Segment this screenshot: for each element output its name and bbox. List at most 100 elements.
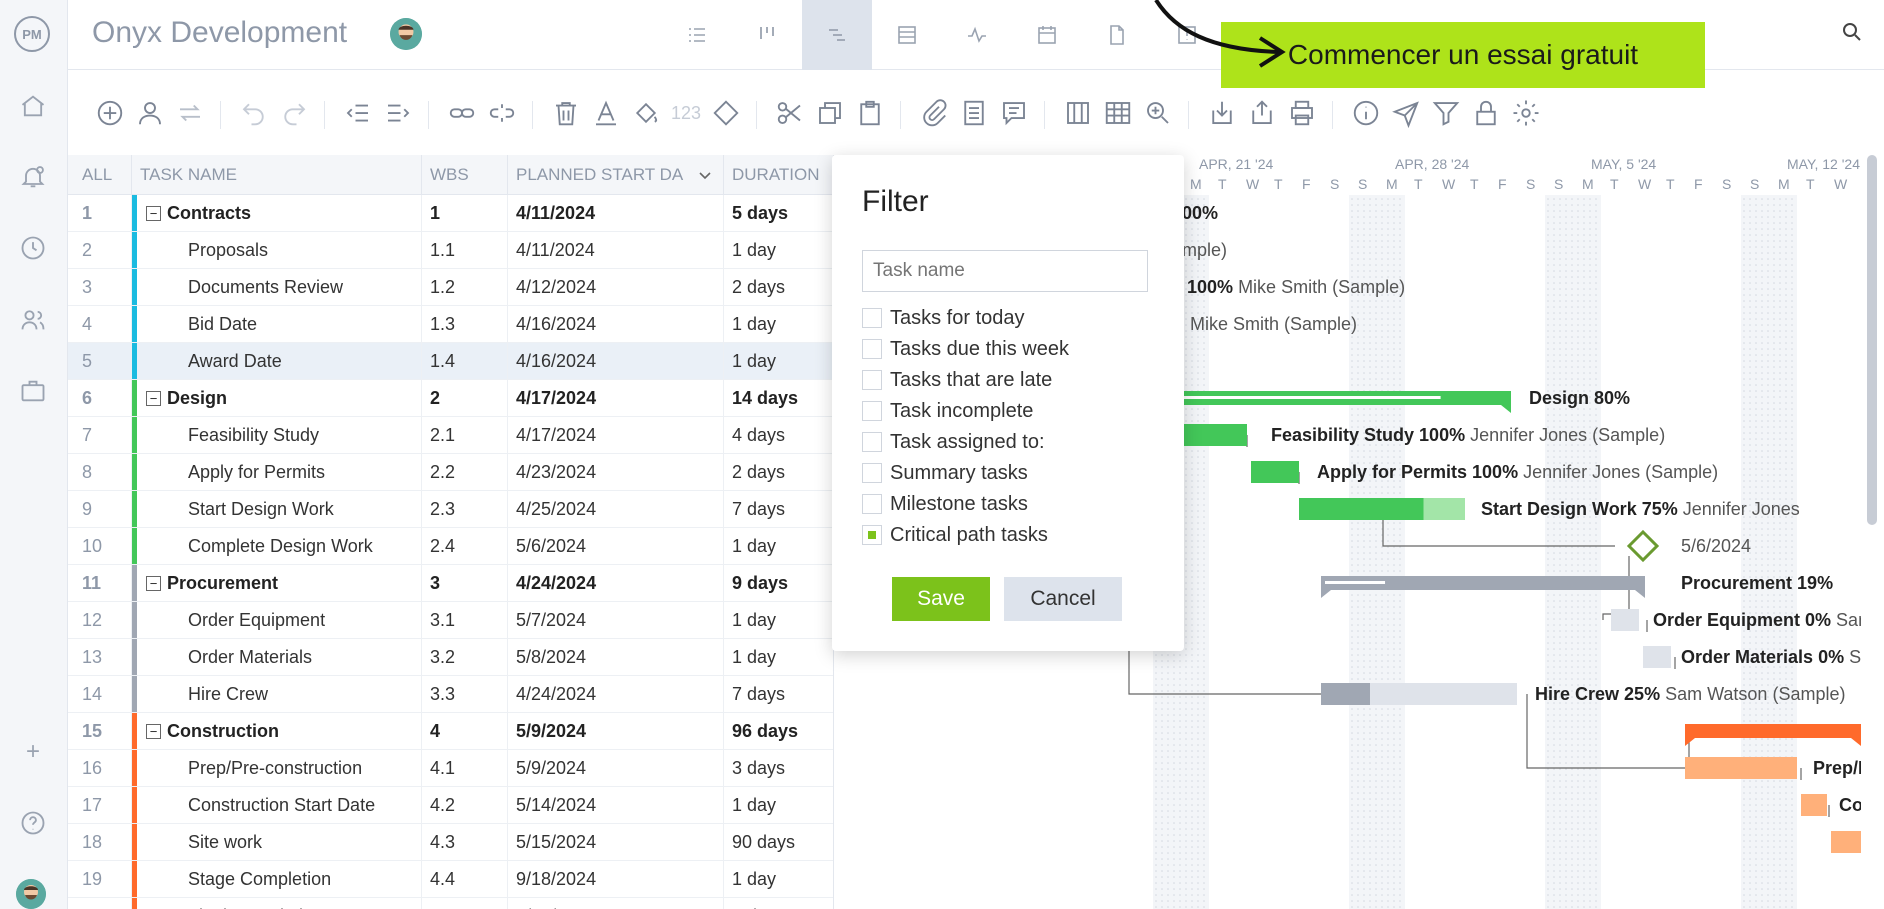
paste-icon[interactable] <box>852 95 888 131</box>
attachment-icon[interactable] <box>916 95 952 131</box>
history-icon[interactable] <box>19 234 47 262</box>
list-view-icon[interactable] <box>662 0 732 70</box>
link-icon[interactable] <box>444 95 480 131</box>
dashboard-view-icon[interactable] <box>942 0 1012 70</box>
duration-cell[interactable]: 1 day <box>724 602 833 638</box>
gantt-view-icon[interactable] <box>802 0 872 70</box>
task-name-cell[interactable]: Hire Crew <box>132 676 422 712</box>
duration-cell[interactable]: 1 day <box>724 343 833 379</box>
copy-icon[interactable] <box>812 95 848 131</box>
duration-cell[interactable]: 2 days <box>724 454 833 490</box>
wbs-cell[interactable]: 4.4 <box>422 861 508 897</box>
task-name-cell[interactable]: − Contracts <box>132 195 422 231</box>
start-date-cell[interactable]: 4/11/2024 <box>508 232 724 268</box>
table-row[interactable]: 16 Prep/Pre-construction 4.1 5/9/2024 3 days <box>68 750 833 787</box>
add-icon[interactable]: + <box>19 738 47 766</box>
task-name-cell[interactable]: Documents Review <box>132 269 422 305</box>
task-name-cell[interactable]: Start Design Work <box>132 491 422 527</box>
header-duration[interactable]: DURATION <box>724 155 833 194</box>
start-date-cell[interactable]: 5/6/2024 <box>508 528 724 564</box>
wbs-cell[interactable]: 1.1 <box>422 232 508 268</box>
team-icon[interactable] <box>19 306 47 334</box>
task-name-cell[interactable]: Award Date <box>132 343 422 379</box>
start-date-cell[interactable]: 4/24/2024 <box>508 565 724 601</box>
table-row[interactable]: 7 Feasibility Study 2.1 4/17/2024 4 days <box>68 417 833 454</box>
start-date-cell[interactable]: 5/7/2024 <box>508 602 724 638</box>
wbs-cell[interactable]: 4.1 <box>422 750 508 786</box>
start-date-cell[interactable]: 4/17/2024 <box>508 417 724 453</box>
start-date-cell[interactable]: 4/24/2024 <box>508 676 724 712</box>
table-row[interactable]: 17 Construction Start Date 4.2 5/14/2024 1 d… <box>68 787 833 824</box>
duration-cell[interactable]: 1 day <box>724 306 833 342</box>
table-row[interactable]: 20Final Completion4.59/19/20241 day <box>68 898 833 909</box>
task-name-cell[interactable]: − Design <box>132 380 422 416</box>
task-name-cell[interactable]: − Construction <box>132 713 422 749</box>
duration-cell[interactable]: 7 days <box>724 491 833 527</box>
filter-icon[interactable] <box>1428 95 1464 131</box>
import-icon[interactable] <box>1204 95 1240 131</box>
lock-icon[interactable] <box>1468 95 1504 131</box>
header-all[interactable]: ALL <box>68 155 132 194</box>
wbs-cell[interactable]: 2.2 <box>422 454 508 490</box>
start-date-cell[interactable]: 4/16/2024 <box>508 306 724 342</box>
start-date-cell[interactable]: 5/9/2024 <box>508 713 724 749</box>
duration-cell[interactable]: 96 days <box>724 713 833 749</box>
cut-icon[interactable] <box>772 95 808 131</box>
settings-icon[interactable] <box>1508 95 1544 131</box>
duration-cell[interactable]: 7 days <box>724 676 833 712</box>
task-name-cell[interactable]: Site work <box>132 824 422 860</box>
table-row[interactable]: 11− Procurement 3 4/24/2024 9 days <box>68 565 833 602</box>
app-logo[interactable]: PM <box>14 16 50 52</box>
table-row[interactable]: 18 Site work 4.3 5/15/2024 90 days <box>68 824 833 861</box>
start-date-cell[interactable]: 5/14/2024 <box>508 787 724 823</box>
add-task-icon[interactable] <box>92 95 128 131</box>
table-row[interactable]: 4 Bid Date 1.3 4/16/2024 1 day <box>68 306 833 343</box>
wbs-cell[interactable]: 2.1 <box>422 417 508 453</box>
collapse-icon[interactable]: − <box>146 723 161 739</box>
help-icon[interactable] <box>19 809 47 837</box>
task-name-cell[interactable]: Order Equipment <box>132 602 422 638</box>
undo-icon[interactable] <box>236 95 272 131</box>
wbs-cell[interactable]: 3.3 <box>422 676 508 712</box>
duration-cell[interactable]: 90 days <box>724 824 833 860</box>
table-row[interactable]: 1− Contracts 1 4/11/2024 5 days <box>68 195 833 232</box>
print-icon[interactable] <box>1284 95 1320 131</box>
duration-cell[interactable]: 1 day <box>724 787 833 823</box>
export-icon[interactable] <box>1244 95 1280 131</box>
table-row[interactable]: 3 Documents Review 1.2 4/12/2024 2 days <box>68 269 833 306</box>
header-planned-start[interactable]: PLANNED START DA <box>508 155 724 194</box>
redo-icon[interactable] <box>276 95 312 131</box>
portfolio-icon[interactable] <box>19 377 47 405</box>
start-date-cell[interactable]: 9/18/2024 <box>508 861 724 897</box>
task-name-cell[interactable]: Final Completion <box>132 898 422 909</box>
info-icon[interactable] <box>1348 95 1384 131</box>
notifications-icon[interactable] <box>19 163 47 191</box>
task-name-cell[interactable]: Stage Completion <box>132 861 422 897</box>
start-date-cell[interactable]: 4/16/2024 <box>508 343 724 379</box>
board-view-icon[interactable] <box>732 0 802 70</box>
project-owner-avatar[interactable] <box>390 18 422 50</box>
comments-icon[interactable] <box>996 95 1032 131</box>
table-row[interactable]: 2 Proposals 1.1 4/11/2024 1 day <box>68 232 833 269</box>
user-avatar[interactable] <box>16 879 46 909</box>
table-row[interactable]: 12 Order Equipment 3.1 5/7/2024 1 day <box>68 602 833 639</box>
duration-cell[interactable]: 5 days <box>724 195 833 231</box>
wbs-cell[interactable]: 3.2 <box>422 639 508 675</box>
table-row[interactable]: 10 Complete Design Work 2.4 5/6/2024 1 day <box>68 528 833 565</box>
send-icon[interactable] <box>1388 95 1424 131</box>
table-row[interactable]: 5 Award Date 1.4 4/16/2024 1 day <box>68 343 833 380</box>
table-row[interactable]: 13 Order Materials 3.2 5/8/2024 1 day <box>68 639 833 676</box>
start-date-cell[interactable]: 4/17/2024 <box>508 380 724 416</box>
home-icon[interactable] <box>19 92 47 120</box>
sort-chevron-icon[interactable] <box>697 167 713 183</box>
duration-cell[interactable]: 9 days <box>724 565 833 601</box>
task-name-cell[interactable]: Complete Design Work <box>132 528 422 564</box>
notes-icon[interactable] <box>956 95 992 131</box>
unlink-icon[interactable] <box>484 95 520 131</box>
duration-cell[interactable]: 1 day <box>724 898 833 909</box>
table-row[interactable]: 6− Design 2 4/17/2024 14 days <box>68 380 833 417</box>
wbs-cell[interactable]: 1 <box>422 195 508 231</box>
task-name-cell[interactable]: − Procurement <box>132 565 422 601</box>
start-date-cell[interactable]: 4/11/2024 <box>508 195 724 231</box>
wbs-cell[interactable]: 1.4 <box>422 343 508 379</box>
